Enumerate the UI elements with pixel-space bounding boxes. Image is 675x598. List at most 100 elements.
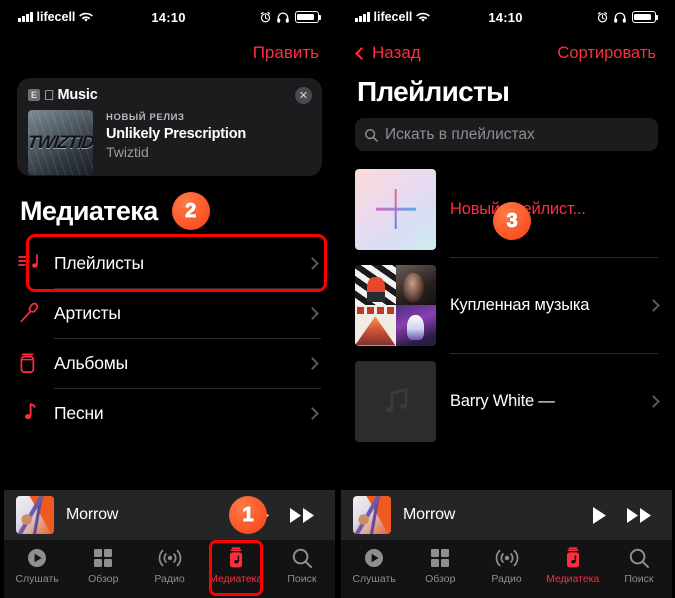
sidebar-item-playlists[interactable]: Плейлисты <box>18 234 327 292</box>
microphone-icon <box>18 302 54 324</box>
highlight-box-library-tab <box>208 540 263 596</box>
fast-forward-icon[interactable] <box>626 506 654 525</box>
fast-forward-icon[interactable] <box>289 506 317 525</box>
mini-player[interactable]: Morrow <box>341 490 672 540</box>
listen-now-icon <box>365 549 384 567</box>
library-icon <box>566 547 579 568</box>
search-input[interactable]: Искать в плейлистах <box>355 118 658 151</box>
promo-brand-label: Music <box>47 87 98 103</box>
step-badge-2: 2 <box>171 192 210 230</box>
dual-screenshot-container: lifecell 14:10 Править E Music ✕ TWIZTID… <box>0 0 675 598</box>
clock-label: 14:10 <box>151 9 186 25</box>
tab-label: Слушать <box>15 573 59 585</box>
mini-player[interactable]: Morrow 1 <box>4 490 335 540</box>
playlist-artwork-collage <box>355 264 436 346</box>
back-label: Назад <box>372 43 421 62</box>
tab-label: Слушать <box>352 573 396 585</box>
sidebar-item-label: Артисты <box>54 302 121 323</box>
right-content: Плейлисты Искать в плейлистах Новый плей… <box>341 72 672 506</box>
now-playing-artwork <box>16 496 54 534</box>
tab-library[interactable]: Медиатека <box>540 547 606 585</box>
sidebar-item-label: Песни <box>54 402 104 423</box>
playlist-name: Новый плейлист... <box>450 199 586 218</box>
search-placeholder: Искать в плейлистах <box>385 125 535 143</box>
back-button[interactable]: Назад <box>355 43 421 63</box>
chevron-right-icon <box>647 298 660 312</box>
tab-search[interactable]: Поиск <box>606 547 672 585</box>
playlist-name: Barry White — <box>450 391 555 410</box>
promo-title: Unlikely Prescription <box>106 126 247 142</box>
radio-icon <box>495 549 518 567</box>
radio-icon <box>158 549 181 567</box>
browse-icon <box>431 549 450 567</box>
left-tab-bar: Слушать Обзор Радио Медиатека Поиск <box>4 540 335 598</box>
apple-music-promo-card[interactable]: E  Music ✕ TWIZTID НОВЫЙ РЕЛИЗ Unlikely… <box>17 78 322 176</box>
library-list: Плейлисты Артисты Альбомы Песни <box>4 234 335 438</box>
promo-header: E  Music <box>28 87 311 103</box>
right-nav-bar: Назад Сортировать <box>341 34 672 72</box>
music-note-icon <box>18 402 54 424</box>
library-header: Медиатека 2 <box>4 176 335 238</box>
headphones-icon <box>277 12 289 23</box>
page-title: Плейлисты <box>357 76 510 107</box>
chevron-right-icon <box>306 356 319 370</box>
search-icon <box>629 548 649 568</box>
signal-bars-icon <box>18 12 33 22</box>
alarm-icon <box>260 11 271 22</box>
page-title: Медиатека <box>20 195 158 226</box>
plus-icon <box>375 189 416 229</box>
carrier-label: lifecell <box>36 10 76 24</box>
listen-now-icon <box>28 549 47 567</box>
search-icon <box>292 548 312 568</box>
explicit-badge: E <box>28 89 40 101</box>
carrier-label: lifecell <box>373 10 413 24</box>
tab-label: Радио <box>491 573 522 585</box>
sidebar-item-artists[interactable]: Артисты <box>18 288 321 338</box>
list-item-barry-white[interactable]: Barry White — <box>341 353 672 449</box>
clock-label: 14:10 <box>488 9 523 25</box>
wifi-icon <box>79 12 94 22</box>
chevron-right-icon <box>306 306 319 320</box>
search-icon <box>365 128 378 142</box>
playlist-name: Купленная музыка <box>450 295 590 314</box>
promo-artwork: TWIZTID <box>28 110 93 175</box>
sidebar-item-label: Альбомы <box>54 352 128 373</box>
sort-button[interactable]: Сортировать <box>557 44 656 63</box>
tab-listen-now[interactable]: Слушать <box>4 547 70 585</box>
tab-label: Медиатека <box>546 573 600 585</box>
apple-logo-icon:  <box>44 88 55 102</box>
play-icon[interactable] <box>591 506 608 525</box>
battery-icon <box>632 11 659 23</box>
tab-library[interactable]: Медиатека <box>203 540 269 596</box>
alarm-icon <box>597 11 608 22</box>
sidebar-item-albums[interactable]: Альбомы <box>18 338 321 388</box>
edit-button[interactable]: Править <box>253 43 319 63</box>
chevron-right-icon <box>306 406 319 420</box>
playlist-artwork-placeholder <box>355 360 436 442</box>
sidebar-item-songs[interactable]: Песни <box>18 388 321 438</box>
chevron-right-icon <box>647 394 660 408</box>
album-icon <box>18 352 54 374</box>
tab-label: Радио <box>154 573 185 585</box>
tab-label: Обзор <box>88 573 119 585</box>
tab-label: Поиск <box>624 573 654 585</box>
now-playing-title: Morrow <box>403 506 456 523</box>
promo-kicker: НОВЫЙ РЕЛИЗ <box>106 112 185 123</box>
tab-radio[interactable]: Радио <box>473 547 539 585</box>
close-icon[interactable]: ✕ <box>295 87 312 104</box>
battery-icon <box>295 11 322 23</box>
tab-radio[interactable]: Радио <box>136 547 202 585</box>
promo-artwork-text: TWIZTID <box>28 132 93 152</box>
list-item-purchased-music[interactable]: Купленная музыка <box>341 257 672 353</box>
music-note-icon <box>385 387 407 413</box>
tab-listen-now[interactable]: Слушать <box>341 547 407 585</box>
now-playing-title: Morrow <box>66 506 119 523</box>
right-tab-bar: Слушать Обзор Радио Медиатека Поиск <box>341 540 672 598</box>
left-content: E  Music ✕ TWIZTID НОВЫЙ РЕЛИЗ Unlikely… <box>4 72 335 506</box>
tab-search[interactable]: Поиск <box>269 547 335 585</box>
sidebar-item-label: Плейлисты <box>54 252 144 273</box>
tab-browse[interactable]: Обзор <box>407 547 473 585</box>
tab-browse[interactable]: Обзор <box>70 547 136 585</box>
left-nav-bar: Править <box>4 34 335 72</box>
step-badge-3: 3 <box>493 202 531 240</box>
